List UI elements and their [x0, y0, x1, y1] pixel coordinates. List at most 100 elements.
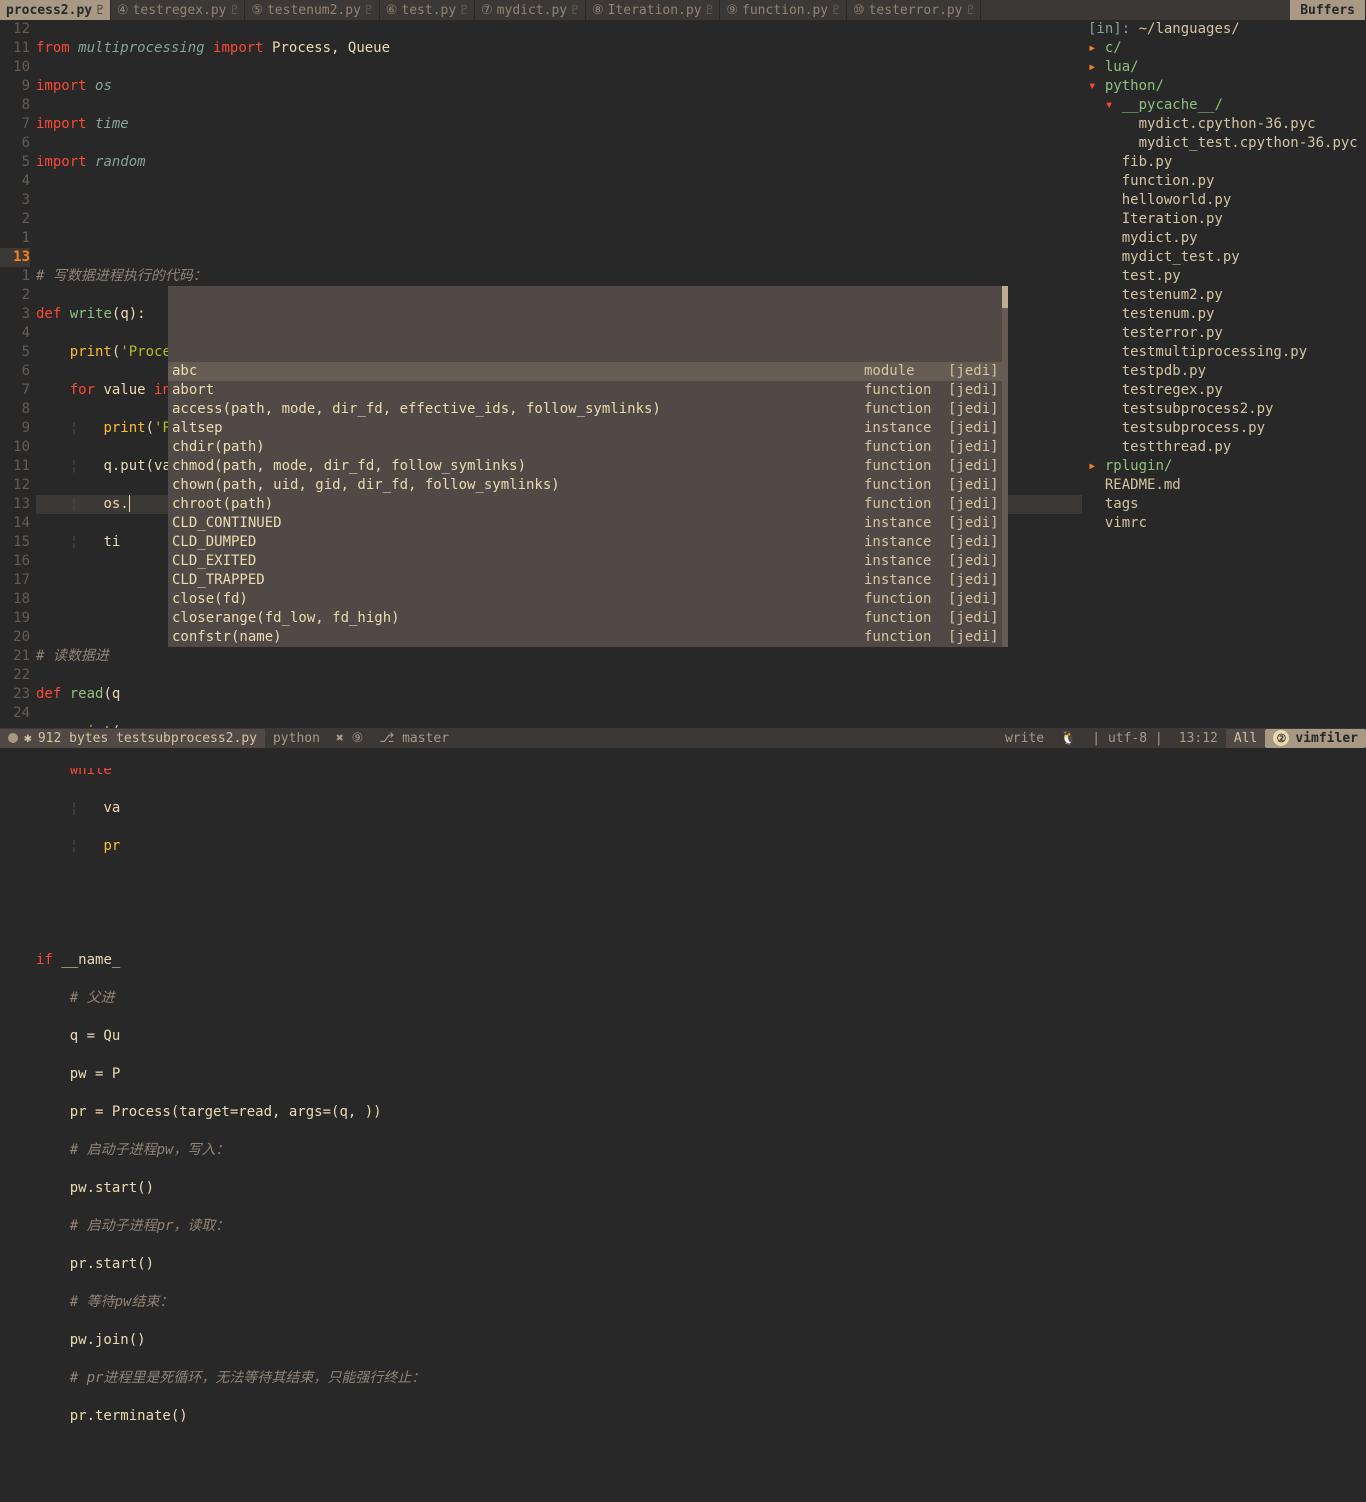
line-number: 15 — [0, 533, 30, 552]
code-comment: # pr进程里是死循环，无法等待其结束，只能强行终止： — [70, 1370, 426, 1386]
sl-encoding: | utf-8 | — [1084, 729, 1170, 748]
folder-item[interactable]: ▾ __pycache__/ — [1088, 96, 1366, 115]
arg: q — [112, 686, 120, 702]
completion-item[interactable]: CLD_CONTINUEDinstance[jedi] — [168, 514, 1008, 533]
sl-right-pane: ② vimfiler — [1265, 729, 1366, 748]
folder-item[interactable]: ▸ c/ — [1088, 39, 1366, 58]
file-item[interactable]: mydict_test.cpython-36.pyc — [1088, 134, 1366, 153]
completion-item[interactable]: CLD_TRAPPEDinstance[jedi] — [168, 571, 1008, 590]
completion-item[interactable]: CLD_EXITEDinstance[jedi] — [168, 552, 1008, 571]
completion-item[interactable]: chown(path, uid, gid, dir_fd, follow_sym… — [168, 476, 1008, 495]
kw: if — [36, 952, 53, 968]
tab-testenum2-py[interactable]: ⑤testenum2.py♇ — [245, 0, 379, 20]
file-item[interactable]: testsubprocess.py — [1088, 419, 1366, 438]
file-item[interactable]: mydict.cpython-36.pyc — [1088, 115, 1366, 134]
file-item[interactable]: testenum2.py — [1088, 286, 1366, 305]
folder-item[interactable]: ▸ lua/ — [1088, 58, 1366, 77]
folder-item[interactable]: ▾ python/ — [1088, 77, 1366, 96]
cursor-pos: 13:12 — [1179, 729, 1218, 748]
completion-item[interactable]: abortfunction[jedi] — [168, 381, 1008, 400]
line-number: 21 — [0, 647, 30, 666]
file-item[interactable]: function.py — [1088, 172, 1366, 191]
tab-test-py[interactable]: ⑥test.py♇ — [380, 0, 475, 20]
completion-item[interactable]: chroot(path)function[jedi] — [168, 495, 1008, 514]
os-icon: 🐧 — [1060, 729, 1076, 748]
completion-item[interactable]: access(path, mode, dir_fd, effective_ids… — [168, 400, 1008, 419]
file-item[interactable]: test.py — [1088, 267, 1366, 286]
tab-Iteration-py[interactable]: ⑧Iteration.py♇ — [586, 0, 720, 20]
line-number: 13 — [0, 248, 30, 267]
completion-item[interactable]: CLD_DUMPEDinstance[jedi] — [168, 533, 1008, 552]
line-number: 9 — [0, 419, 30, 438]
command-line[interactable] — [0, 748, 1366, 768]
vim-mode: write — [1005, 729, 1044, 748]
file-item[interactable]: tags — [1088, 495, 1366, 514]
buffers-button[interactable]: Buffers — [1290, 0, 1366, 20]
line-number: 18 — [0, 590, 30, 609]
git-branch: ⎇ master — [379, 729, 449, 748]
editor-pane[interactable]: 1211109876543211312345678910111213141516… — [0, 20, 1082, 748]
tab-function-py[interactable]: ⑨function.py♇ — [720, 0, 847, 20]
file-item[interactable]: testmultiprocessing.py — [1088, 343, 1366, 362]
completion-item[interactable]: altsepinstance[jedi] — [168, 419, 1008, 438]
mode-icon — [8, 733, 18, 743]
line-gutter: 1211109876543211312345678910111213141516… — [0, 20, 36, 748]
completion-item[interactable]: chmod(path, mode, dir_fd, follow_symlink… — [168, 457, 1008, 476]
code-line: pr.terminate() — [70, 1408, 188, 1424]
file-item[interactable]: Iteration.py — [1088, 210, 1366, 229]
popup-scroll-thumb[interactable] — [1002, 286, 1008, 308]
file-explorer[interactable]: [in]: ~/languages/ ▸ c/▸ lua/▾ python/ ▾… — [1082, 20, 1366, 748]
completion-item[interactable]: close(fd)function[jedi] — [168, 590, 1008, 609]
line-number: 8 — [0, 96, 30, 115]
file-item[interactable]: testsubprocess2.py — [1088, 400, 1366, 419]
completion-item[interactable]: confstr(name)function[jedi] — [168, 628, 1008, 647]
code-line: pr = Process(target=read, args=(q, )) — [70, 1104, 382, 1120]
file-item[interactable]: testenum.py — [1088, 305, 1366, 324]
sl-mode: write — [997, 729, 1052, 748]
code-frag: ti — [103, 534, 120, 550]
code-frag: pw = P — [70, 1066, 121, 1082]
tab-mydict-py[interactable]: ⑦mydict.py♇ — [475, 0, 586, 20]
pane-name: vimfiler — [1295, 729, 1358, 748]
folder-item[interactable]: ▸ rplugin/ — [1088, 457, 1366, 476]
file-item[interactable]: README.md — [1088, 476, 1366, 495]
cursor-line-text: os. — [103, 496, 128, 512]
line-number: 22 — [0, 666, 30, 685]
line-number: 19 — [0, 609, 30, 628]
fn-name: read — [70, 686, 104, 702]
line-number: 16 — [0, 552, 30, 571]
file-item[interactable]: mydict.py — [1088, 229, 1366, 248]
line-number: 20 — [0, 628, 30, 647]
line-number: 12 — [0, 476, 30, 495]
popup-scrollbar[interactable] — [1002, 286, 1008, 647]
file-item[interactable]: testpdb.py — [1088, 362, 1366, 381]
completion-item[interactable]: closerange(fd_low, fd_high)function[jedi… — [168, 609, 1008, 628]
line-number: 5 — [0, 153, 30, 172]
tab-process2-py[interactable]: process2.py♇ — [0, 0, 111, 20]
code-area[interactable]: from multiprocessing import Process, Que… — [36, 20, 1082, 748]
filer-header-path: ~/languages/ — [1139, 21, 1240, 37]
text-cursor — [129, 495, 130, 512]
tab-testerror-py[interactable]: ⑩testerror.py♇ — [847, 0, 981, 20]
file-item[interactable]: helloworld.py — [1088, 191, 1366, 210]
line-number: 12 — [0, 20, 30, 39]
file-item[interactable]: testerror.py — [1088, 324, 1366, 343]
file-item[interactable]: mydict_test.py — [1088, 248, 1366, 267]
file-item[interactable]: vimrc — [1088, 514, 1366, 533]
modified-indicator: ✱ — [24, 729, 32, 748]
line-number: 4 — [0, 324, 30, 343]
completion-item[interactable]: abcmodule[jedi] — [168, 362, 1008, 381]
completion-popup[interactable]: abcmodule[jedi]abortfunction[jedi]access… — [168, 286, 1008, 647]
sl-errors[interactable]: ✖ ⑨ — [328, 729, 371, 748]
code-line: pw.start() — [70, 1180, 154, 1196]
line-number: 17 — [0, 571, 30, 590]
tab-testregex-py[interactable]: ④testregex.py♇ — [111, 0, 245, 20]
file-item[interactable]: testthread.py — [1088, 438, 1366, 457]
line-number: 13 — [0, 495, 30, 514]
file-info: 912 bytes testsubprocess2.py — [38, 729, 257, 748]
completion-item[interactable]: chdir(path)function[jedi] — [168, 438, 1008, 457]
line-number: 9 — [0, 77, 30, 96]
file-item[interactable]: fib.py — [1088, 153, 1366, 172]
file-item[interactable]: testregex.py — [1088, 381, 1366, 400]
code-frag: pr — [103, 838, 120, 854]
